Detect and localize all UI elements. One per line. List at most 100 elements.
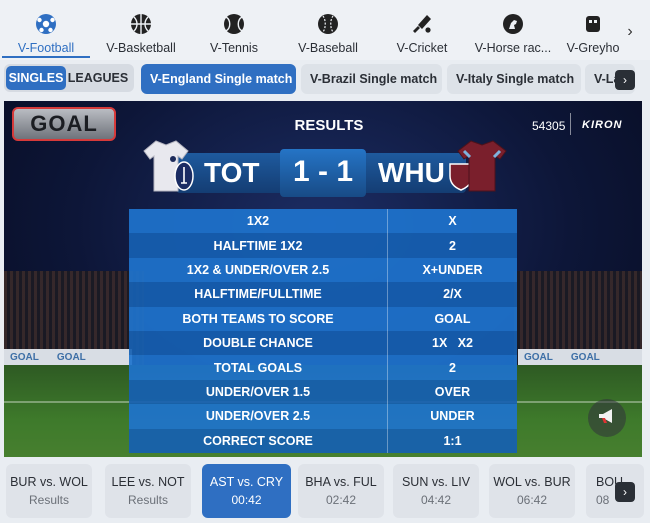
away-shirt-icon: [456, 137, 508, 198]
divider: [570, 113, 571, 135]
match-card[interactable]: WOL vs. BUR 06:42: [489, 464, 575, 518]
tab-label: V-Horse rac...: [474, 41, 552, 55]
horse-icon: [500, 11, 526, 37]
match-card[interactable]: BHA vs. FUL 02:42: [298, 464, 384, 518]
tab-label: V-Football: [17, 41, 75, 55]
tab-v-greyhounds[interactable]: V-Greyho: [562, 0, 624, 58]
kiron-logo: KIRON: [582, 119, 623, 131]
tab-v-baseball[interactable]: V-Baseball: [288, 0, 368, 58]
results-title: RESULTS: [294, 117, 364, 134]
event-id: 54305: [532, 119, 566, 133]
tab-label: V-Tennis: [210, 41, 258, 55]
match-name: BUR vs. WOL: [10, 475, 88, 489]
match-status: 02:42: [325, 493, 357, 507]
result-row: 1X2 & UNDER/OVER 2.5 X+UNDER: [129, 257, 517, 283]
market-outcome: 1X X2: [432, 336, 473, 351]
mode-toggle: SINGLES LEAGUES: [4, 64, 134, 92]
chevron-right-icon[interactable]: ›: [615, 70, 635, 90]
chip-v-italy-single-match[interactable]: V-Italy Single match: [447, 64, 581, 94]
match-strip: BUR vs. WOL Results LEE vs. NOT Results …: [0, 460, 650, 523]
result-row: 1X2 X: [129, 209, 517, 234]
ad-board-text: GOAL: [524, 351, 553, 363]
match-card[interactable]: LEE vs. NOT Results: [105, 464, 191, 518]
results-table: 1X2 X HALFTIME 1X2 2 1X2 & UNDER/OVER 2.5 X…: [129, 209, 517, 453]
market-name: DOUBLE CHANCE: [129, 330, 388, 356]
away-team: WHU: [378, 157, 445, 188]
chip-v-brazil-single-match[interactable]: V-Brazil Single match: [301, 64, 442, 94]
match-status: Results: [127, 493, 168, 507]
market-name: UNDER/OVER 1.5: [129, 379, 388, 405]
match-status: 08: [596, 493, 610, 507]
match-name: AST vs. CRY: [209, 475, 284, 489]
chip-v-england-single-match[interactable]: V-England Single match: [141, 64, 296, 94]
market-name: UNDER/OVER 2.5: [129, 404, 388, 429]
result-row: UNDER/OVER 1.5 OVER: [129, 379, 517, 405]
chevron-right-icon[interactable]: ›: [622, 22, 638, 42]
megaphone-icon: [596, 405, 618, 432]
soccer-ball-icon: [33, 11, 59, 37]
tab-label: V-Basketball: [106, 41, 176, 55]
match-name: WOL vs. BUR: [493, 475, 571, 489]
baseball-icon: [315, 11, 341, 37]
match-status: Results: [28, 493, 69, 507]
match-status: 00:42: [231, 493, 262, 507]
tab-v-basketball[interactable]: V-Basketball: [96, 0, 186, 58]
match-status: 04:42: [420, 493, 452, 507]
result-row: TOTAL GOALS 2: [129, 355, 517, 380]
match-name: LEE vs. NOT: [111, 475, 185, 489]
ad-board-text: GOAL: [56, 351, 86, 363]
market-outcome: UNDER: [430, 409, 475, 424]
market-outcome: 2: [449, 238, 456, 253]
match-card[interactable]: BUR vs. WOL Results: [6, 464, 92, 518]
singles-button[interactable]: SINGLES: [6, 66, 66, 90]
basketball-icon: [128, 11, 154, 37]
market-name: 1X2: [129, 209, 388, 234]
market-name: 1X2 & UNDER/OVER 2.5: [129, 257, 388, 283]
market-outcome: 2: [449, 360, 456, 375]
ad-board: GOAL GOAL: [518, 349, 642, 365]
leagues-button[interactable]: LEAGUES: [66, 66, 130, 90]
tab-v-cricket[interactable]: V-Cricket: [386, 0, 458, 58]
tennis-ball-icon: [221, 11, 247, 37]
market-outcome: 1:1: [443, 433, 462, 448]
tab-v-football[interactable]: V-Football: [2, 0, 90, 58]
cashout-button[interactable]: [588, 399, 626, 437]
final-score: 1 - 1: [292, 155, 354, 188]
market-name: BOTH TEAMS TO SCORE: [129, 306, 388, 331]
greyhound-icon: [580, 11, 606, 37]
logo-text: GOAL: [30, 111, 98, 136]
tab-label: V-Baseball: [298, 41, 358, 55]
results-panel: GOAL GOAL GOAL GOAL GOAL RESULTS 54305 K…: [4, 101, 642, 457]
match-card[interactable]: SUN vs. LIV 04:42: [393, 464, 479, 518]
match-name: SUN vs. LIV: [401, 475, 471, 489]
chevron-right-icon[interactable]: ›: [615, 482, 635, 502]
ad-board: GOAL GOAL: [4, 349, 132, 365]
market-name: CORRECT SCORE: [129, 428, 388, 453]
market-outcome: OVER: [434, 384, 471, 399]
match-name: BHA vs. FUL: [305, 475, 377, 489]
tab-label: V-Cricket: [396, 41, 448, 55]
ad-board-text: GOAL: [10, 351, 39, 363]
market-name: HALFTIME/FULLTIME: [129, 282, 388, 307]
match-card-selected[interactable]: AST vs. CRY 00:42: [202, 464, 291, 518]
tab-v-tennis[interactable]: V-Tennis: [196, 0, 272, 58]
tab-label: V-Greyho: [566, 41, 620, 55]
competition-bar: SINGLES LEAGUES V-England Single match V…: [0, 60, 650, 98]
match-status: 06:42: [516, 493, 548, 507]
market-outcome: 2/X: [443, 287, 462, 302]
market-outcome: GOAL: [434, 311, 471, 326]
market-name: HALFTIME 1X2: [129, 233, 388, 258]
result-row: BOTH TEAMS TO SCORE GOAL: [129, 306, 517, 331]
ad-board-text: GOAL: [570, 351, 600, 363]
sport-tabs: V-Football V-Basketball V-Tennis V-Baseb…: [0, 0, 650, 60]
result-row: DOUBLE CHANCE 1X X2: [129, 330, 517, 356]
result-row: HALFTIME/FULLTIME 2/X: [129, 282, 517, 307]
home-team: TOT: [204, 157, 260, 188]
result-row: UNDER/OVER 2.5 UNDER: [129, 404, 517, 429]
home-crest-icon: [174, 161, 194, 196]
result-row: CORRECT SCORE 1:1: [129, 428, 517, 453]
market-outcome: X+UNDER: [422, 262, 483, 277]
result-row: HALFTIME 1X2 2: [129, 233, 517, 258]
tab-v-horse-racing[interactable]: V-Horse rac...: [468, 0, 558, 58]
cricket-bat-icon: [409, 11, 435, 37]
